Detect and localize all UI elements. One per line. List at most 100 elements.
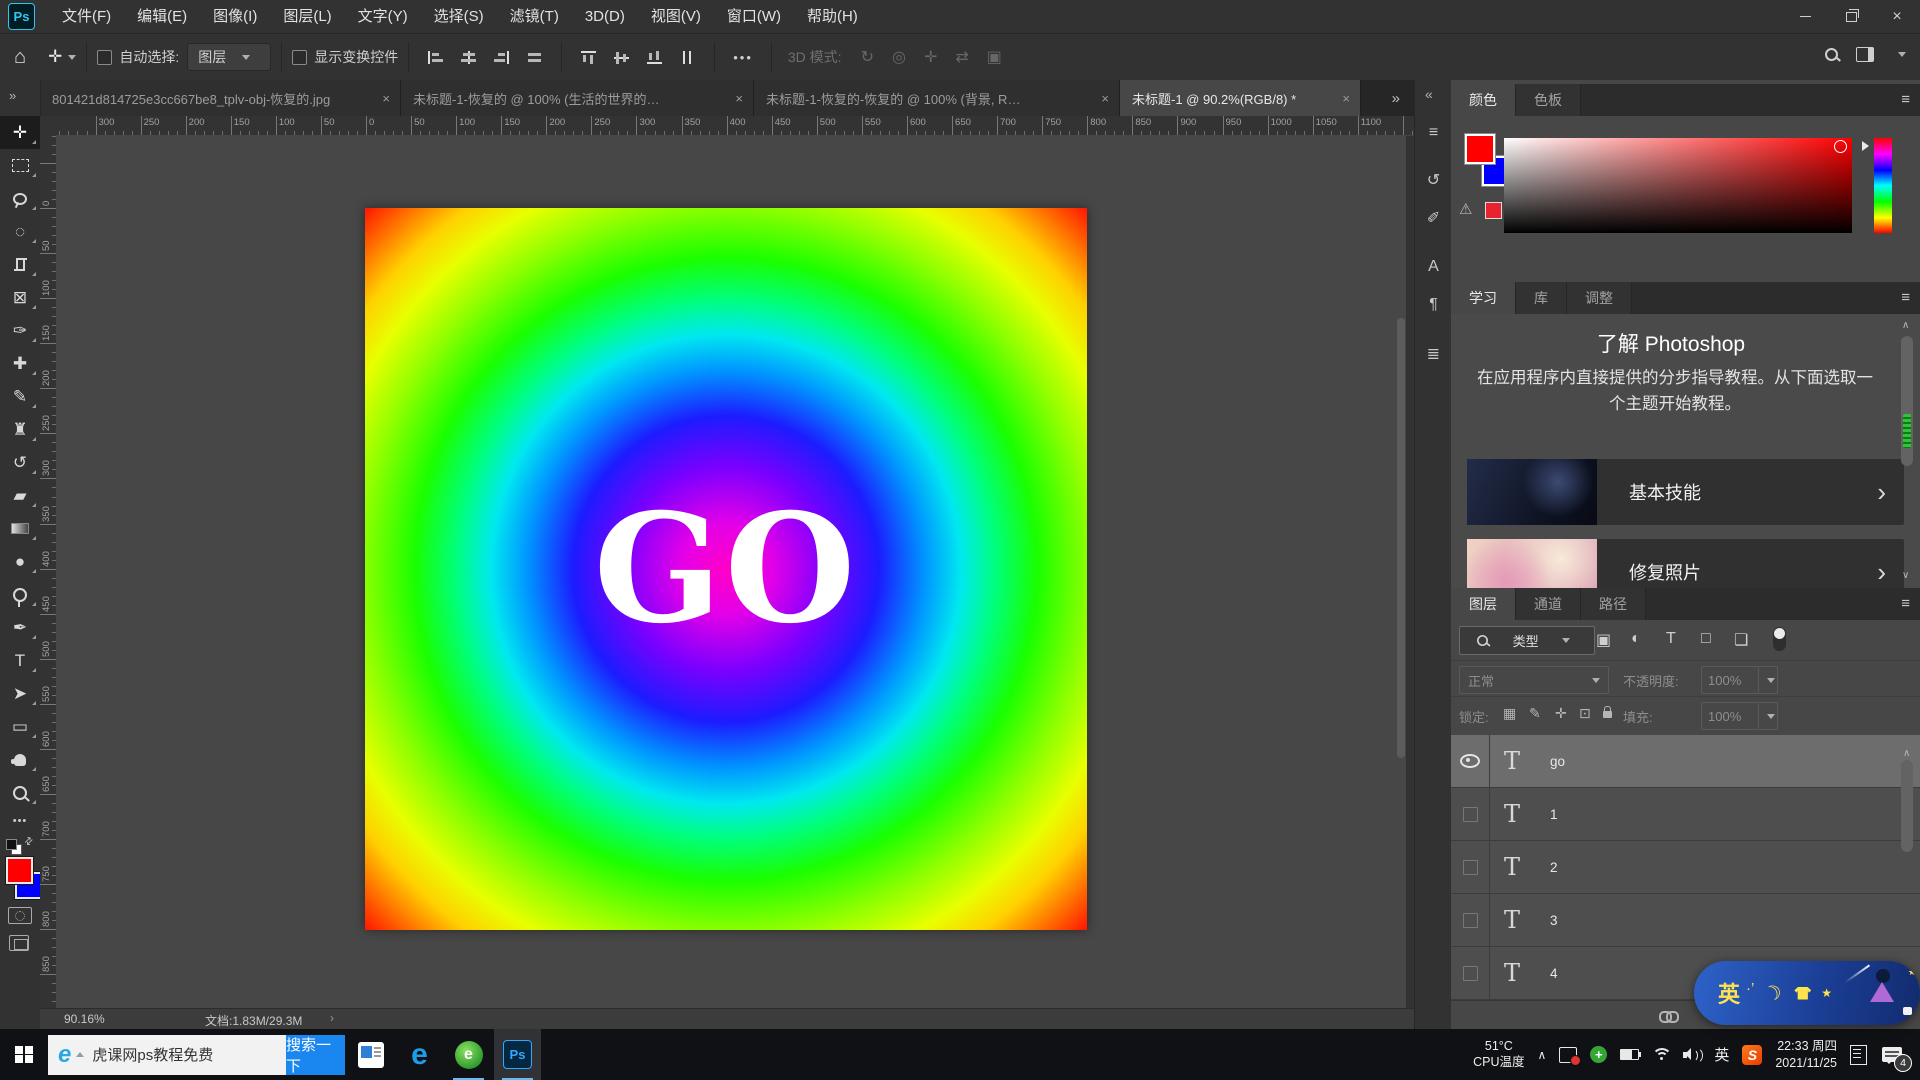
lasso-tool[interactable] — [0, 182, 40, 215]
rectangular-marquee-tool[interactable] — [0, 149, 40, 182]
blur-tool[interactable]: ● — [0, 545, 40, 578]
minimize-button[interactable] — [1782, 0, 1828, 33]
start-button[interactable] — [0, 1029, 48, 1080]
menu-item[interactable]: 滤镜(T) — [497, 0, 572, 33]
layers-panel-tab[interactable]: 路径 — [1581, 588, 1646, 620]
zoom-level-field[interactable]: 90.16% — [64, 1012, 105, 1026]
history-panel-icon[interactable]: ↺ — [1415, 170, 1452, 190]
status-expand-icon[interactable]: › — [330, 1011, 334, 1025]
taskbar-clock[interactable]: 22:33 周四 2021/11/25 — [1775, 1038, 1837, 1071]
moon-icon[interactable]: ☽ — [1760, 978, 1787, 1008]
path-selection-tool[interactable]: ➤ — [0, 677, 40, 710]
panel-menu-icon[interactable]: ≡ — [1901, 595, 1910, 612]
ime-skin-icon[interactable] — [1794, 987, 1811, 1000]
lock-artboard-icon[interactable]: ⊡ — [1579, 705, 1591, 722]
color-field-cursor[interactable] — [1834, 140, 1847, 153]
tab-overflow-icon[interactable]: » — [1392, 90, 1398, 107]
distribute-horizontal-icon[interactable] — [527, 51, 542, 64]
canvas[interactable]: GO — [365, 208, 1087, 930]
quick-mask-button[interactable] — [8, 907, 32, 924]
menu-item[interactable]: 文件(F) — [49, 0, 124, 33]
align-bottom-icon[interactable] — [647, 51, 662, 64]
ime-punctuation-icon[interactable]: ·’ — [1746, 980, 1754, 997]
taskbar-app-edge[interactable]: e — [396, 1029, 443, 1080]
tab-close-icon[interactable]: × — [382, 91, 390, 106]
fill-dropdown[interactable] — [1759, 702, 1778, 730]
battery-icon[interactable] — [1620, 1049, 1639, 1060]
close-button[interactable]: × — [1874, 0, 1920, 33]
maximize-button[interactable] — [1828, 0, 1874, 33]
gradient-tool[interactable] — [0, 512, 40, 545]
lock-transparency-icon[interactable]: ▦ — [1503, 705, 1516, 722]
brush-settings-panel-icon[interactable]: ✐ — [1415, 208, 1452, 228]
gamut-warning-icon[interactable]: ⚠ — [1459, 200, 1472, 218]
filter-shape-layers-icon[interactable]: □ — [1701, 630, 1711, 648]
menu-item[interactable]: 图像(I) — [200, 0, 270, 33]
history-brush-tool[interactable]: ↺ — [0, 446, 40, 479]
layer-filter-dropdown[interactable]: 类型 — [1459, 626, 1595, 655]
foreground-color-swatch[interactable] — [6, 857, 33, 884]
document-tab[interactable]: 801421d814725e3cc667be8_tplv-obj-恢复的.jpg… — [40, 80, 401, 116]
opacity-field[interactable]: 100% — [1701, 666, 1759, 694]
hand-tool[interactable] — [0, 743, 40, 776]
document-tab[interactable]: 未标题-1 @ 90.2%(RGB/8) *× — [1120, 80, 1361, 116]
filter-type-layers-icon[interactable]: T — [1666, 630, 1676, 648]
auto-select-checkbox[interactable] — [97, 50, 112, 65]
learn-card[interactable]: 修复照片› — [1467, 539, 1904, 588]
security-alert-icon[interactable] — [1559, 1047, 1577, 1063]
ime-language-indicator[interactable]: 英 — [1714, 1044, 1729, 1065]
link-layers-icon[interactable] — [1659, 1011, 1677, 1021]
ime-mode-indicator[interactable]: 英 — [1718, 977, 1740, 1009]
scroll-up-icon[interactable]: ∧ — [1903, 748, 1910, 759]
dock-expand-icon[interactable]: « — [1425, 86, 1431, 102]
show-transform-option[interactable]: 显示变换控件 — [292, 47, 398, 67]
learn-panel-tab[interactable]: 学习 — [1451, 282, 1516, 314]
zoom-tool[interactable] — [0, 776, 40, 809]
opacity-dropdown[interactable] — [1759, 666, 1778, 694]
pen-tool[interactable]: ✒ — [0, 611, 40, 644]
screen-mode-button[interactable] — [9, 935, 29, 951]
home-icon[interactable]: ⌂ — [14, 46, 26, 69]
frame-tool[interactable]: ⊠ — [0, 281, 40, 314]
default-colors-widget[interactable]: ⇄ — [5, 838, 35, 856]
layers-panel-tab[interactable]: 图层 — [1451, 588, 1516, 620]
align-horizontal-center-icon[interactable] — [461, 51, 476, 64]
filter-smart-objects-icon[interactable]: ❏ — [1734, 630, 1748, 650]
document-tab[interactable]: 未标题-1-恢复的 @ 100% (生活的世界的…× — [401, 80, 754, 116]
taskbar-app-browser-360[interactable]: e — [445, 1029, 492, 1080]
scroll-down-icon[interactable]: ∨ — [1902, 570, 1909, 581]
notes-icon[interactable] — [1850, 1045, 1867, 1065]
ime-toolbar[interactable]: 英 ·’ ☽ ★ ★ — [1694, 961, 1920, 1025]
brush-tool[interactable]: ✎ — [0, 380, 40, 413]
tab-close-icon[interactable]: × — [1342, 91, 1350, 106]
lock-pixels-icon[interactable]: ✎ — [1529, 705, 1541, 722]
dodge-tool[interactable] — [0, 578, 40, 611]
hue-slider[interactable] — [1874, 138, 1892, 233]
menu-item[interactable]: 图层(L) — [270, 0, 344, 33]
lock-all-icon[interactable] — [1603, 711, 1612, 718]
auto-select-target-dropdown[interactable]: 图层 — [187, 43, 271, 71]
saturation-brightness-field[interactable] — [1504, 138, 1852, 233]
visibility-cell[interactable] — [1451, 788, 1490, 840]
layer-row[interactable]: T1 — [1451, 788, 1920, 841]
paragraph-panel-icon[interactable]: ¶ — [1415, 296, 1452, 314]
crop-tool[interactable] — [0, 248, 40, 281]
auto-select-option[interactable]: 自动选择: 图层 — [97, 43, 271, 71]
rectangle-tool[interactable]: ▭ — [0, 710, 40, 743]
eraser-tool[interactable]: ▰ — [0, 479, 40, 512]
learn-panel-tab[interactable]: 库 — [1516, 282, 1567, 314]
distribute-vertical-icon[interactable] — [680, 51, 695, 64]
menu-item[interactable]: 编辑(E) — [124, 0, 200, 33]
panel-menu-icon[interactable]: ≡ — [1901, 289, 1910, 306]
color-panel-tab[interactable]: 颜色 — [1451, 84, 1516, 116]
quick-selection-tool[interactable]: ◌ — [0, 215, 40, 248]
layers-panel-tab[interactable]: 通道 — [1516, 588, 1581, 620]
taskbar-search-box[interactable]: e 虎课网ps教程免费 — [48, 1035, 286, 1075]
sogou-input-icon[interactable]: S — [1742, 1045, 1762, 1065]
align-right-icon[interactable] — [494, 51, 509, 64]
layer-row[interactable]: T3 — [1451, 894, 1920, 947]
menu-item[interactable]: 3D(D) — [572, 0, 638, 33]
hidden-icons-chevron[interactable]: ∧ — [1538, 1048, 1547, 1062]
color-panel-tab[interactable]: 色板 — [1516, 84, 1581, 116]
chevron-down-icon[interactable] — [1898, 52, 1906, 57]
